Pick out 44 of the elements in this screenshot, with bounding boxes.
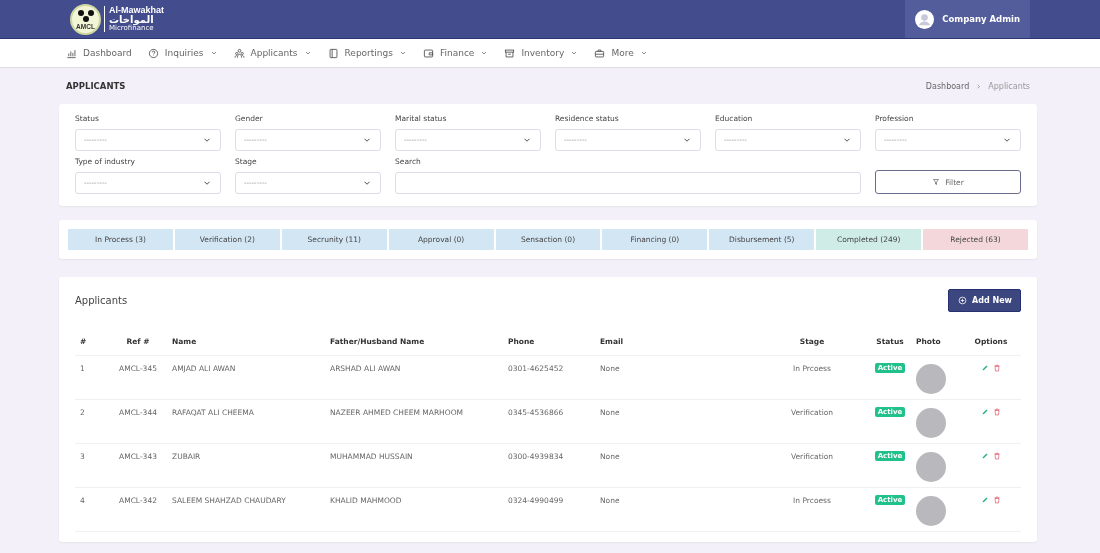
trash-icon[interactable] — [993, 363, 1001, 372]
photo-placeholder — [916, 407, 946, 438]
search-field[interactable] — [395, 172, 861, 194]
bar-chart-icon — [66, 47, 77, 59]
pencil-icon[interactable] — [981, 407, 989, 416]
nav-item[interactable]: Inventory — [504, 47, 579, 59]
logo-title: Al-Mawakhat — [109, 6, 164, 15]
chevron-right-icon — [975, 82, 983, 90]
user-menu[interactable]: Company Admin — [905, 0, 1030, 38]
page-title: APPLICANTS — [66, 81, 126, 91]
nav-item[interactable]: Finance — [422, 47, 489, 59]
nav-item[interactable]: Inquiries — [147, 47, 218, 59]
chevron-down-icon — [480, 49, 489, 57]
chevron-down-icon — [570, 49, 579, 57]
nav-item[interactable]: Applicants — [233, 47, 312, 59]
photo-placeholder — [916, 495, 946, 526]
pencil-icon[interactable] — [981, 363, 989, 372]
question-icon — [147, 47, 159, 59]
trash-icon[interactable] — [993, 451, 1001, 460]
archive-box-icon — [504, 47, 516, 59]
photo-placeholder — [916, 363, 946, 394]
pencil-icon[interactable] — [981, 451, 989, 460]
wallet-icon — [422, 47, 434, 59]
breadcrumb-link[interactable]: Dashboard — [925, 81, 970, 91]
chevron-down-icon — [209, 49, 218, 57]
user-avatar-icon — [915, 9, 935, 29]
nav-item[interactable]: More — [594, 47, 648, 59]
nav-item[interactable]: Reportings — [327, 47, 407, 59]
trash-icon[interactable] — [993, 495, 1001, 504]
panel-title: Applicants — [75, 295, 128, 306]
pencil-icon[interactable] — [981, 495, 989, 504]
add-new-button[interactable]: Add New — [948, 289, 1021, 312]
people-icon — [233, 47, 245, 59]
chevron-down-icon — [303, 49, 312, 57]
nav-item[interactable]: Dashboard — [66, 47, 132, 59]
chevron-down-icon — [639, 49, 648, 57]
trash-icon[interactable] — [993, 407, 1001, 416]
book-icon — [327, 47, 339, 59]
filter-icon — [932, 178, 941, 186]
logo-arabic-title: المواخات — [109, 15, 155, 25]
plus-circle-icon — [958, 296, 968, 305]
chevron-down-icon — [398, 49, 407, 57]
photo-placeholder — [916, 451, 946, 482]
briefcase-icon — [594, 47, 606, 59]
